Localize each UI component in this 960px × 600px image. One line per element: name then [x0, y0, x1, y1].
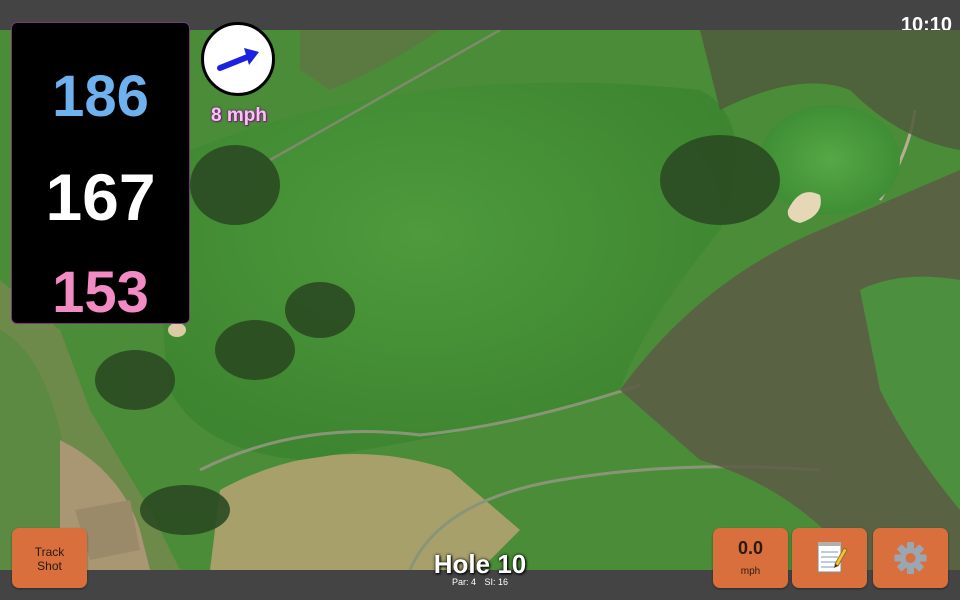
speed-value: 0.0 — [737, 538, 764, 558]
hole-info: Par: 4 SI: 16 — [380, 577, 580, 587]
settings-button[interactable] — [873, 528, 948, 588]
front-distance: 153 — [52, 260, 149, 325]
hole-title: Hole 10 — [433, 549, 527, 579]
wind-arrow-icon — [217, 48, 259, 71]
middle-distance: 167 — [45, 160, 156, 234]
notes-button[interactable] — [792, 528, 867, 588]
distance-panel: 186 167 153 — [11, 22, 190, 325]
back-distance: 186 — [52, 64, 149, 129]
wind-dial — [201, 22, 275, 96]
track-shot-button[interactable]: Track Shot — [12, 528, 87, 588]
gear-icon — [894, 542, 927, 574]
wind-speed: 8 mph — [211, 105, 267, 126]
notepad-icon — [817, 542, 848, 573]
track-shot-label-line1: Track — [34, 545, 65, 559]
speed-unit: mph — [740, 566, 761, 577]
hole-stroke-index: SI: 16 — [484, 577, 509, 587]
speed-button[interactable]: 0.0 mph — [713, 528, 788, 588]
track-shot-label-line2: Shot — [37, 559, 62, 573]
hole-par: Par: 4 — [451, 577, 476, 587]
